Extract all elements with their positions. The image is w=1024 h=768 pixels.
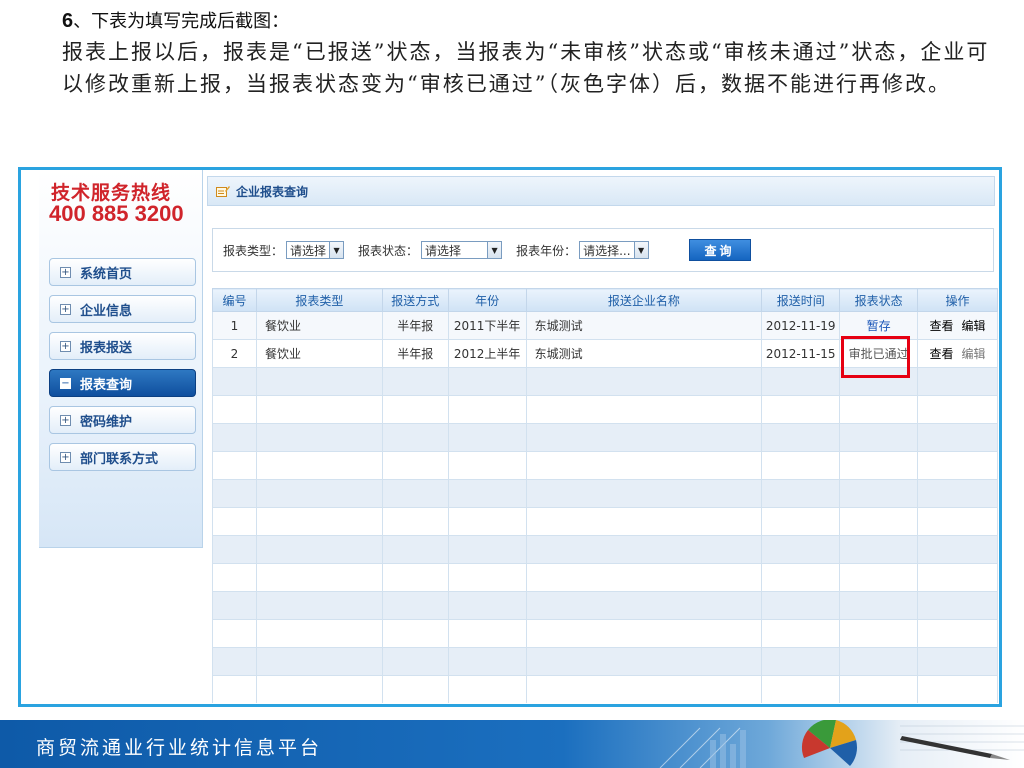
- empty-row: [212, 507, 998, 536]
- chart-decoration-icon: [659, 720, 1024, 768]
- expand-icon: +: [60, 303, 71, 315]
- chevron-down-icon: ▼: [329, 242, 344, 258]
- sidebar-item-label: 企业信息: [80, 303, 133, 319]
- col-header-actions: 操作: [917, 288, 998, 312]
- empty-row: [212, 451, 998, 480]
- cell-actions: 查看 编辑: [917, 339, 998, 368]
- sidebar-item-report-query[interactable]: − 报表查询: [49, 369, 196, 397]
- empty-row: [212, 647, 998, 676]
- col-header-method: 报送方式: [381, 288, 449, 312]
- cell-type: 餐饮业: [255, 311, 383, 340]
- expand-icon: +: [60, 451, 71, 463]
- expand-icon: +: [60, 340, 71, 352]
- year-select[interactable]: 请选择... ▼: [579, 241, 649, 259]
- cell-company: 东城测试: [525, 339, 763, 368]
- view-link[interactable]: 查看: [930, 347, 954, 361]
- cell-no: 2: [212, 339, 257, 368]
- cell-company: 东城测试: [525, 311, 763, 340]
- chevron-down-icon: ▼: [633, 242, 648, 258]
- year-select-value: 请选择...: [583, 243, 631, 258]
- col-header-time: 报送时间: [761, 288, 841, 312]
- col-header-type: 报表类型: [255, 288, 383, 312]
- panel-title-bar: 企业报表查询: [207, 176, 995, 206]
- table-header-row: 编号 报表类型 报送方式 年份 报送企业名称 报送时间 报表状态 操作: [212, 288, 998, 312]
- table-row: 2 餐饮业 半年报 2012上半年 东城测试 2012-11-15 审批已通过 …: [212, 339, 998, 368]
- sidebar-item-contacts[interactable]: + 部门联系方式: [49, 443, 196, 471]
- cell-actions: 查看 编辑: [917, 311, 998, 340]
- cell-time: 2012-11-19: [761, 311, 841, 340]
- empty-row: [212, 367, 998, 396]
- cell-status: 审批已通过: [839, 339, 919, 368]
- report-table-wrap: 编号 报表类型 报送方式 年份 报送企业名称 报送时间 报表状态 操作 1 餐饮…: [212, 288, 998, 703]
- sidebar-item-password[interactable]: + 密码维护: [49, 406, 196, 434]
- table-row: 1 餐饮业 半年报 2011下半年 东城测试 2012-11-19 暂存 查看编…: [212, 311, 998, 340]
- slide-body-text: 报表上报以后，报表是“已报送”状态，当报表为“未审核”状态或“审核未通过”状态，…: [62, 40, 990, 96]
- chevron-down-icon: ▼: [487, 242, 502, 258]
- col-header-status: 报表状态: [839, 288, 919, 312]
- footer-text: 商贸流通业行业统计信息平台: [36, 737, 323, 759]
- col-header-no: 编号: [212, 288, 257, 312]
- empty-row: [212, 395, 998, 424]
- type-select-value: 请选择: [290, 243, 327, 258]
- slide-heading: 6、下表为填写完成后截图：: [62, 8, 289, 35]
- heading-text: 、下表为填写完成后截图：: [73, 11, 290, 32]
- sidebar-item-label: 部门联系方式: [80, 451, 159, 467]
- status-filter-label: 报表状态：: [358, 243, 419, 258]
- main-panel: 企业报表查询 报表类型： 请选择 ▼ 报表状态： 请选择 ▼ 报表年份： 请选择..…: [207, 176, 998, 704]
- empty-row: [212, 423, 998, 452]
- status-select[interactable]: 请选择 ▼: [421, 241, 503, 259]
- slide-footer: 商贸流通业行业统计信息平台: [0, 720, 1024, 768]
- screenshot-frame: 技术服务热线 400 885 3200 + 系统首页 + 企业信息 + 报表报送 − 报…: [18, 167, 1002, 707]
- sidebar: 技术服务热线 400 885 3200 + 系统首页 + 企业信息 + 报表报送 − 报…: [39, 170, 203, 548]
- hotline-phone: 400 885 3200: [49, 201, 184, 226]
- cell-no: 1: [212, 311, 257, 340]
- sidebar-item-home[interactable]: + 系统首页: [49, 258, 196, 286]
- filter-bar: 报表类型： 请选择 ▼ 报表状态： 请选择 ▼ 报表年份： 请选择... ▼ 查询: [212, 228, 994, 272]
- sidebar-item-company-info[interactable]: + 企业信息: [49, 295, 196, 323]
- year-filter-label: 报表年份：: [516, 243, 577, 258]
- sidebar-item-label: 报表查询: [80, 377, 133, 393]
- empty-row: [212, 479, 998, 508]
- edit-link[interactable]: 编辑: [962, 319, 986, 333]
- col-header-company: 报送企业名称: [525, 288, 763, 312]
- cell-type: 餐饮业: [255, 339, 383, 368]
- query-button[interactable]: 查询: [688, 239, 751, 261]
- cell-year: 2011下半年: [447, 311, 527, 340]
- empty-row: [212, 591, 998, 620]
- empty-row: [212, 535, 998, 564]
- sidebar-item-label: 密码维护: [80, 414, 133, 430]
- view-link[interactable]: 查看: [930, 319, 954, 333]
- expand-icon: +: [60, 414, 71, 426]
- type-select[interactable]: 请选择 ▼: [286, 241, 345, 259]
- cell-method: 半年报: [381, 311, 449, 340]
- edit-icon: [216, 186, 230, 197]
- report-table: 编号 报表类型 报送方式 年份 报送企业名称 报送时间 报表状态 操作 1 餐饮…: [212, 288, 998, 703]
- sidebar-item-label: 系统首页: [80, 266, 133, 282]
- expand-icon: +: [60, 266, 71, 278]
- empty-row: [212, 675, 998, 703]
- col-header-year: 年份: [447, 288, 527, 312]
- type-filter-label: 报表类型：: [223, 243, 284, 258]
- cell-status: 暂存: [839, 311, 919, 340]
- heading-number: 6: [62, 10, 74, 32]
- edit-link: 编辑: [961, 347, 986, 361]
- sidebar-item-label: 报表报送: [80, 340, 133, 356]
- collapse-icon: −: [60, 377, 71, 389]
- sidebar-nav: + 系统首页 + 企业信息 + 报表报送 − 报表查询 + 密码维护 + 部门联系方式: [49, 258, 196, 480]
- page-title: 企业报表查询: [236, 184, 309, 199]
- status-select-value: 请选择: [425, 243, 462, 258]
- cell-method: 半年报: [381, 339, 449, 368]
- empty-row: [212, 563, 998, 592]
- empty-row: [212, 619, 998, 648]
- cell-year: 2012上半年: [447, 339, 527, 368]
- cell-time: 2012-11-15: [761, 339, 841, 368]
- sidebar-item-report-submit[interactable]: + 报表报送: [49, 332, 196, 360]
